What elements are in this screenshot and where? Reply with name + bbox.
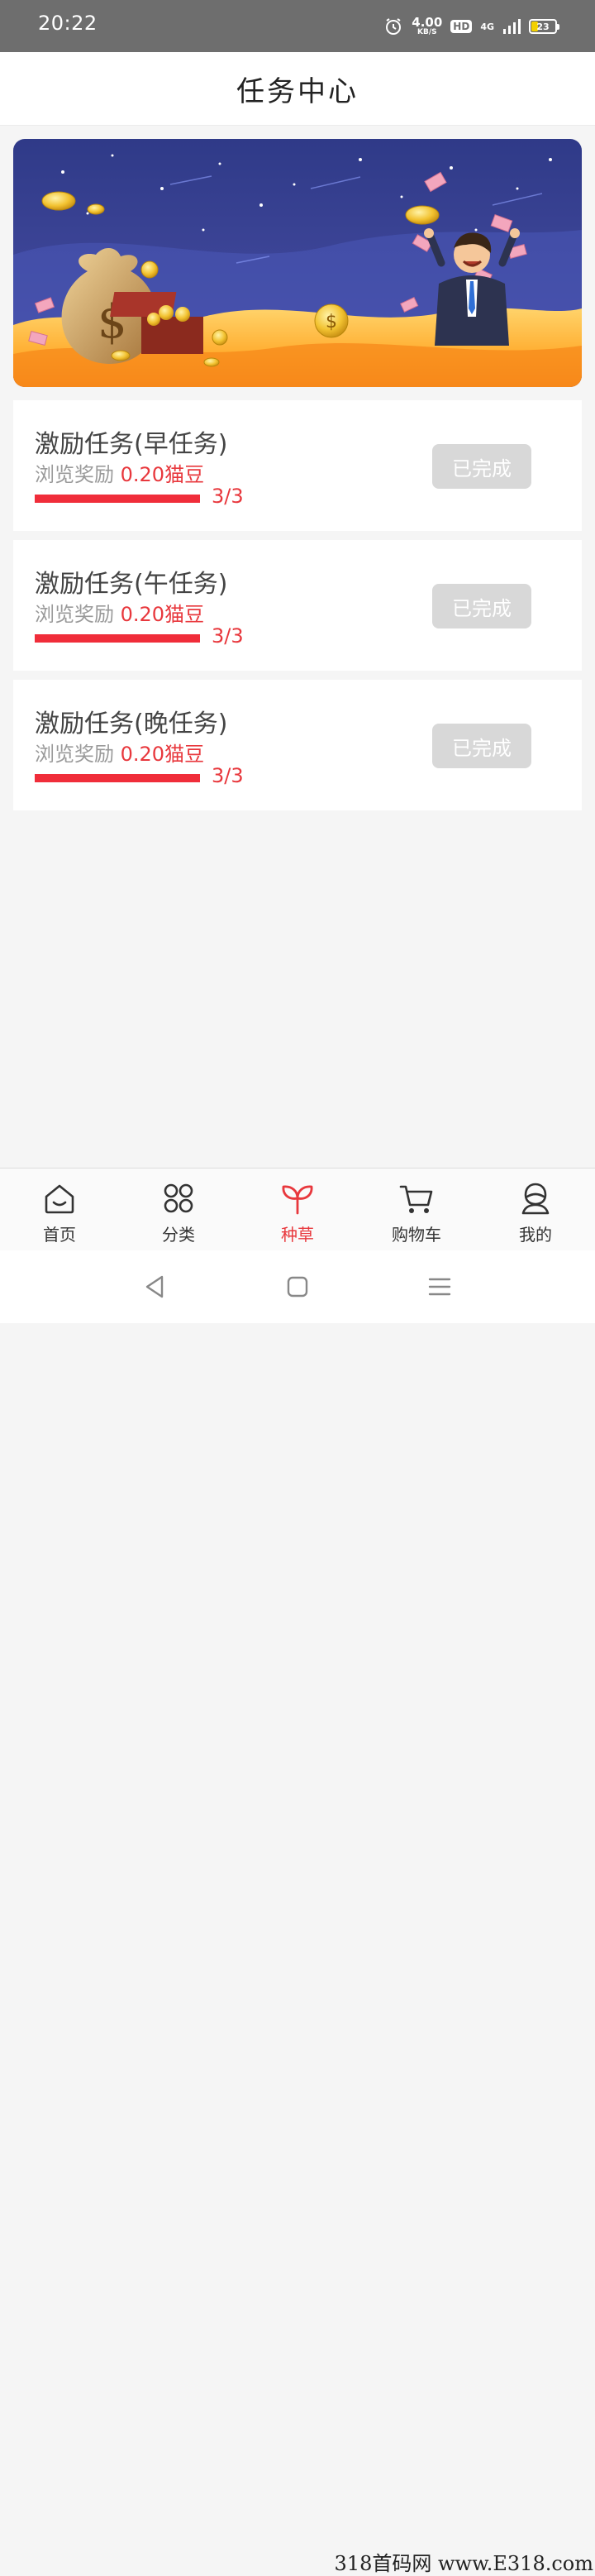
watermark: 318首码网 www.E318.com	[334, 2552, 593, 2575]
task-progress-bar	[35, 774, 200, 782]
nav-item-home[interactable]: 首页	[0, 1169, 119, 1250]
nav-item-mine[interactable]: 我的	[476, 1169, 595, 1250]
reward-value: 0.20猫豆	[120, 743, 205, 766]
signal-icon	[503, 19, 521, 34]
status-icons: 4.00 KB/S HD 4G 23	[383, 14, 559, 39]
reward-value: 0.20猫豆	[120, 603, 205, 626]
reward-label: 浏览奖励	[35, 743, 114, 766]
task-completed-button[interactable]: 已完成	[432, 584, 531, 628]
banner-illustration: $ $	[13, 139, 582, 387]
task-reward: 浏览奖励 0.20猫豆	[35, 738, 204, 767]
nav-item-cart[interactable]: 购物车	[357, 1169, 476, 1250]
category-icon	[164, 1183, 193, 1213]
nav-label-category: 分类	[162, 1225, 195, 1245]
task-progress-text: 3/3	[212, 624, 244, 648]
task-reward: 浏览奖励 0.20猫豆	[35, 598, 204, 627]
reward-label: 浏览奖励	[35, 463, 114, 486]
sprout-icon	[282, 1185, 313, 1215]
task-progress-fill	[35, 634, 200, 643]
net-speed-unit: KB/S	[416, 28, 437, 36]
nav-label-sprout: 种草	[281, 1225, 314, 1245]
user-icon	[521, 1183, 550, 1215]
task-reward: 浏览奖励 0.20猫豆	[35, 458, 204, 487]
battery-icon: 23	[529, 19, 559, 34]
system-nav-bar: 318首码网 www.E318.com	[0, 1250, 595, 2575]
nav-label-mine: 我的	[519, 1225, 552, 1245]
bottom-nav: 首页 分类 种草 购物车 我的	[0, 1168, 595, 1250]
net-speed: 4.00 KB/S	[412, 17, 442, 36]
task-card-evening: 激励任务(晚任务) 浏览奖励 0.20猫豆 3/3 已完成	[13, 680, 582, 810]
cart-icon	[399, 1185, 433, 1213]
task-progress-text: 3/3	[212, 764, 244, 787]
alarm-icon	[386, 18, 402, 35]
reward-value: 0.20猫豆	[120, 463, 205, 486]
task-completed-button[interactable]: 已完成	[432, 724, 531, 768]
task-progress-text: 3/3	[212, 485, 244, 508]
page-title: 任务中心	[236, 74, 359, 108]
task-title: 激励任务(早任务)	[35, 430, 228, 459]
reward-label: 浏览奖励	[35, 603, 114, 626]
task-progress-bar	[35, 634, 200, 643]
menu-icon[interactable]	[423, 1270, 456, 1303]
home-square-icon[interactable]	[281, 1270, 314, 1303]
task-card-morning: 激励任务(早任务) 浏览奖励 0.20猫豆 3/3 已完成	[13, 400, 582, 531]
task-title: 激励任务(晚任务)	[35, 710, 228, 738]
back-icon[interactable]	[139, 1270, 172, 1303]
page-header: 任务中心	[0, 52, 595, 126]
task-progress-fill	[35, 495, 200, 503]
nav-label-cart: 购物车	[392, 1225, 441, 1245]
hd-badge: HD	[450, 20, 473, 33]
task-progress-bar	[35, 495, 200, 503]
status-time: 20:22	[38, 12, 98, 35]
battery-level: 23	[536, 21, 550, 32]
task-title: 激励任务(午任务)	[35, 570, 228, 599]
nav-item-category[interactable]: 分类	[119, 1169, 238, 1250]
status-bar: 20:22 4.00 KB/S HD 4G 23	[0, 0, 595, 52]
svg-text:$: $	[326, 312, 337, 332]
net-speed-value: 4.00	[412, 15, 443, 30]
task-card-noon: 激励任务(午任务) 浏览奖励 0.20猫豆 3/3 已完成	[13, 540, 582, 671]
task-progress-fill	[35, 774, 200, 782]
network-type: 4G	[480, 21, 494, 32]
nav-label-home: 首页	[43, 1225, 76, 1245]
task-completed-button[interactable]: 已完成	[432, 444, 531, 489]
home-icon	[45, 1184, 74, 1214]
promo-banner[interactable]: $ $	[13, 139, 582, 387]
nav-item-sprout[interactable]: 种草	[238, 1169, 357, 1250]
